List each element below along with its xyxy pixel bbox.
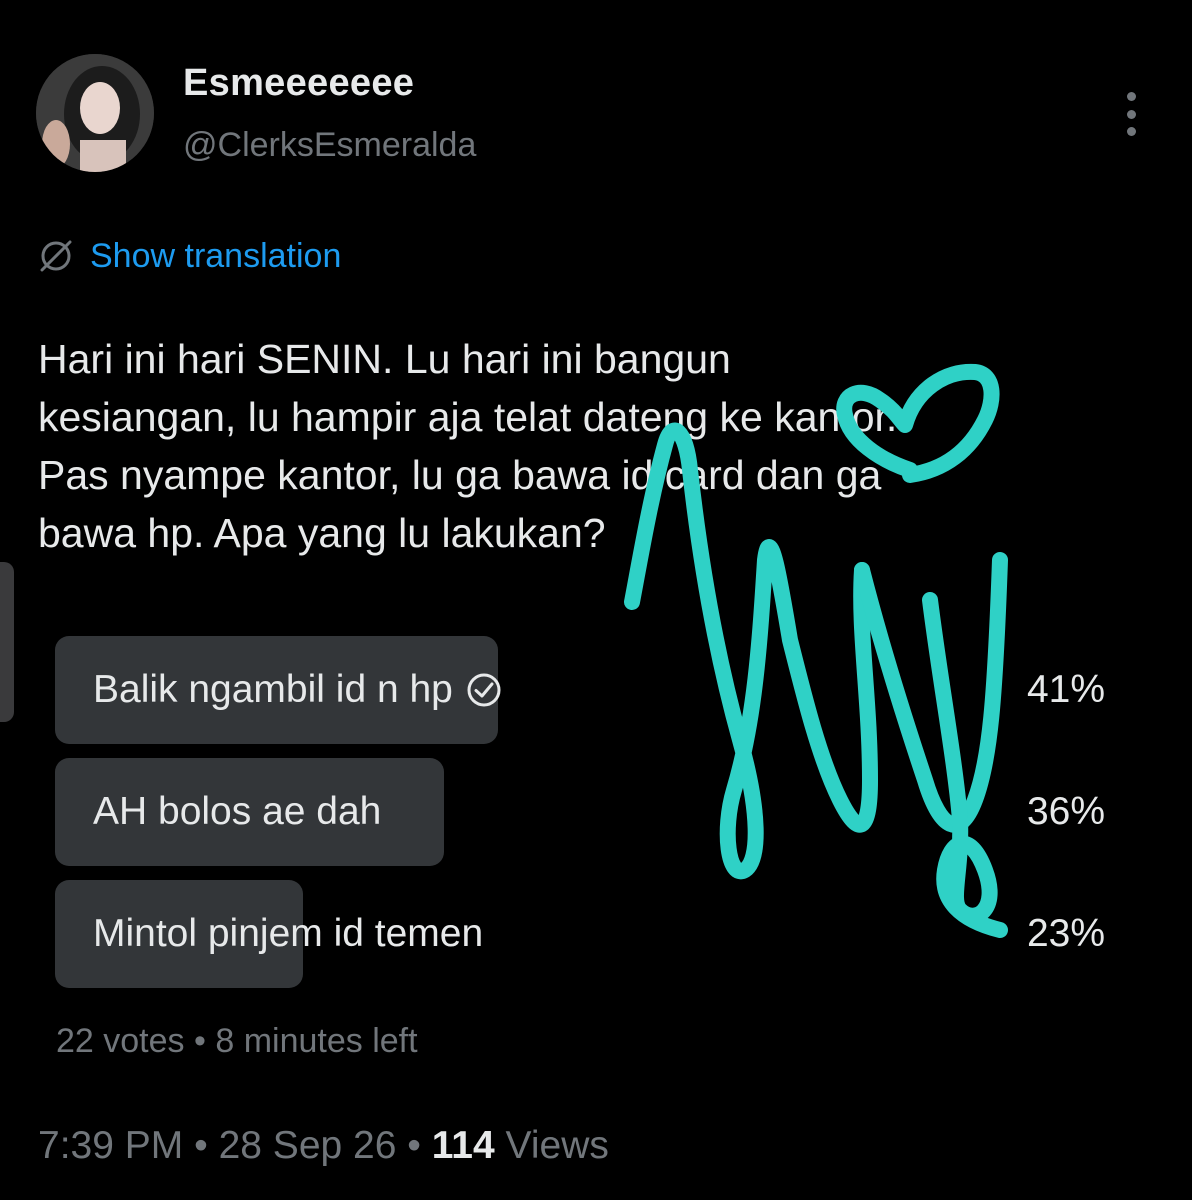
check-circle-icon: [467, 673, 501, 707]
tweet-timestamp: 7:39 PM • 28 Sep 26 • 114 Views: [38, 1124, 609, 1168]
poll-option-label-wrap: AH bolos ae dah: [93, 758, 381, 866]
tweet-time[interactable]: 7:39 PM: [38, 1124, 183, 1167]
poll-option-label-wrap: Mintol pinjem id temen: [93, 880, 483, 988]
poll-option-label: Balik ngambil id n hp: [93, 668, 453, 711]
separator-dot: •: [194, 1124, 208, 1167]
translate-row: Show translation: [36, 236, 341, 276]
display-name[interactable]: Esmeeeeeee: [183, 62, 414, 105]
tweet-line: Pas nyampe kantor, lu ga bawa id card da…: [38, 452, 882, 498]
more-options-button[interactable]: [1118, 92, 1144, 136]
poll-option-label-wrap: Balik ngambil id n hp: [93, 636, 503, 744]
translate-globe-icon: [40, 240, 72, 272]
user-handle[interactable]: @ClerksEsmeralda: [183, 126, 476, 165]
poll-time-left: 8 minutes left: [215, 1022, 418, 1060]
poll-option-percent: 23%: [1026, 912, 1105, 955]
poll-option[interactable]: Mintol pinjem id temen 23%: [55, 880, 1105, 988]
poll-option-label: AH bolos ae dah: [93, 790, 382, 833]
poll-vote-count: 22 votes: [56, 1022, 185, 1060]
show-translation-link[interactable]: Show translation: [90, 237, 341, 276]
handwritten-scribble-overlay: [624, 363, 1008, 938]
more-dot: [1126, 109, 1136, 119]
more-dot: [1126, 92, 1136, 101]
tweet-text: Hari ini hari SENIN. Lu hari ini bangun …: [38, 330, 1158, 562]
poll-option-percent: 36%: [1026, 790, 1105, 833]
poll-option-label: Mintol pinjem id temen: [93, 912, 484, 955]
views-count: 114: [431, 1124, 495, 1167]
avatar[interactable]: [36, 54, 154, 172]
poll-option[interactable]: AH bolos ae dah 36%: [55, 758, 1105, 866]
views-label: Views: [505, 1124, 609, 1167]
poll-meta: 22 votes • 8 minutes left: [56, 1022, 418, 1061]
tweet-line: kesiangan, lu hampir aja telat dateng ke…: [38, 394, 898, 440]
tweet-line: bawa hp. Apa yang lu lakukan?: [38, 510, 606, 556]
poll-option[interactable]: Balik ngambil id n hp 41%: [55, 636, 1105, 744]
edge-panel-handle[interactable]: [0, 562, 14, 722]
separator-dot: •: [193, 1022, 206, 1060]
tweet-line: Hari ini hari SENIN. Lu hari ini bangun: [38, 336, 731, 382]
poll-option-percent: 41%: [1026, 668, 1105, 711]
more-dot: [1126, 127, 1136, 136]
avatar-image: [36, 54, 154, 172]
separator-dot: •: [407, 1124, 421, 1167]
tweet-date[interactable]: 28 Sep 26: [219, 1124, 397, 1167]
